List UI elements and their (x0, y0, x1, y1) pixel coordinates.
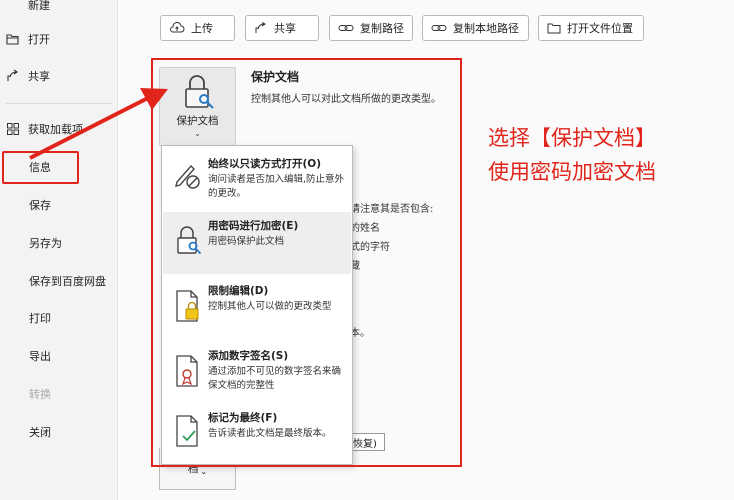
folder-icon (547, 23, 561, 34)
sidebar-item-convert: 转换 (0, 381, 118, 407)
addins-icon (6, 122, 20, 136)
chevron-down-icon: ⌄ (200, 467, 208, 476)
sidebar-item-label: 新建 (28, 0, 50, 12)
sidebar-item-export[interactable]: 导出 (0, 343, 118, 369)
share-icon (6, 69, 20, 83)
copy-path-label: 复制路径 (360, 22, 404, 35)
sidebar-item-label: 打开 (28, 33, 50, 46)
upload-label: 上传 (191, 22, 213, 35)
sidebar-item-close[interactable]: 关闭 (0, 419, 118, 445)
copy-local-path-label: 复制本地路径 (453, 22, 519, 35)
copy-local-path-button[interactable]: 复制本地路径 (422, 15, 529, 41)
share-icon (255, 22, 266, 33)
sidebar-item-label: 保存到百度网盘 (29, 275, 106, 288)
sidebar-item-new[interactable]: 新建 (0, 0, 118, 18)
new-icon (6, 0, 20, 12)
link-icon (338, 25, 354, 31)
red-arrow-icon (29, 88, 168, 160)
folder-open-icon (6, 32, 20, 46)
sidebar-item-label: 打印 (29, 312, 51, 325)
sidebar-item-save-baidu[interactable]: 保存到百度网盘 (0, 268, 118, 294)
sidebar-item-label: 导出 (29, 350, 51, 363)
share-label: 共享 (274, 22, 296, 35)
sidebar-item-open[interactable]: 打开 (0, 26, 118, 52)
annotation-line-1: 选择【保护文档】 (488, 126, 656, 150)
link-icon (431, 25, 447, 31)
sidebar-item-label: 转换 (29, 388, 51, 401)
open-location-label: 打开文件位置 (567, 22, 633, 35)
backstage-sidebar: 新建 打开 共享 获取加载项 信息 保存 另存为 保存到百度网盘 打印 导出 转… (0, 0, 118, 500)
cloud-upload-icon (170, 22, 185, 33)
share-button[interactable]: 共享 (245, 15, 319, 41)
sidebar-item-label: 保存 (29, 199, 51, 212)
open-location-button[interactable]: 打开文件位置 (538, 15, 644, 41)
annotation-line-2: 使用密码加密文档 (488, 160, 656, 184)
sidebar-item-label: 另存为 (29, 237, 62, 250)
sidebar-item-label: 关闭 (29, 426, 51, 439)
sidebar-item-print[interactable]: 打印 (0, 305, 118, 331)
upload-button[interactable]: 上传 (160, 15, 235, 41)
protect-highlight-box (151, 58, 462, 467)
copy-path-button[interactable]: 复制路径 (329, 15, 413, 41)
sidebar-item-save-as[interactable]: 另存为 (0, 230, 118, 256)
sidebar-item-save[interactable]: 保存 (0, 192, 118, 218)
